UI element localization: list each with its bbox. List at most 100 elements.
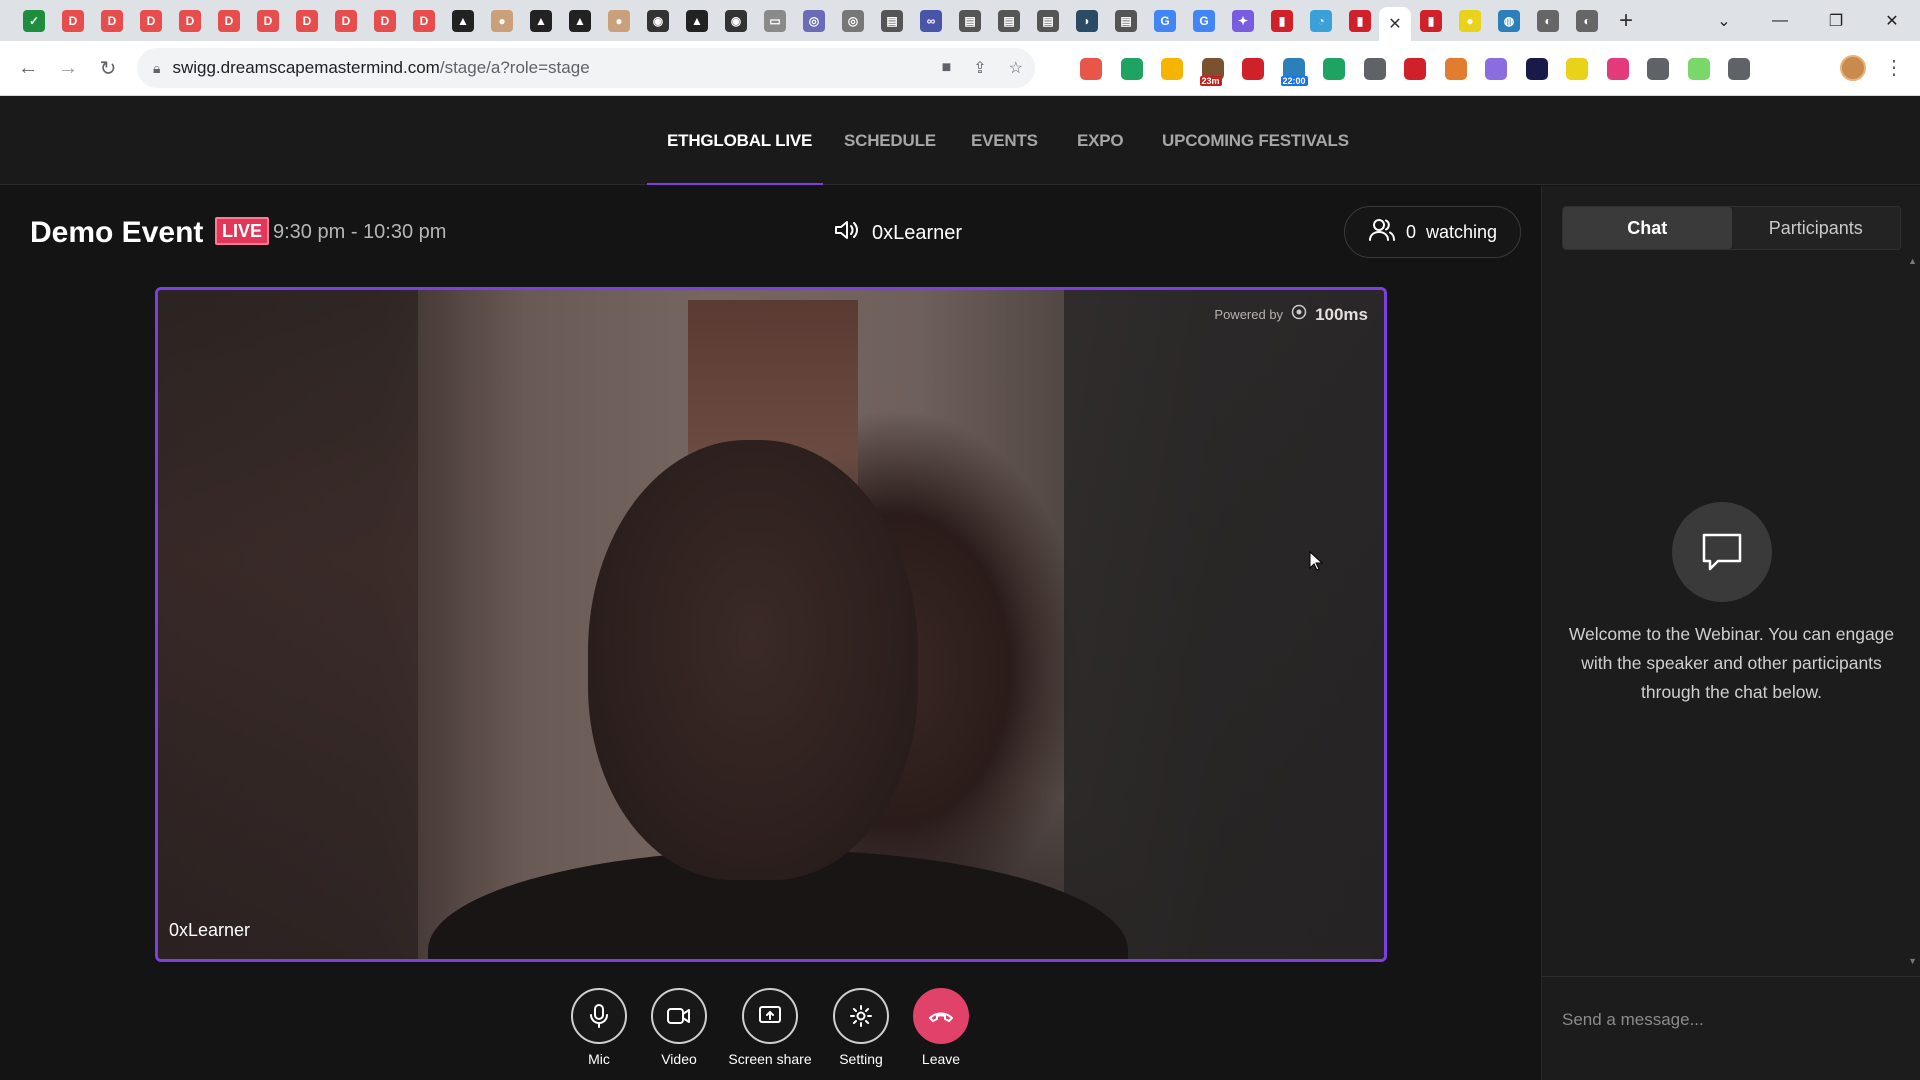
- tab-favicon-icon[interactable]: ▲: [569, 9, 591, 32]
- tab-favicon-icon[interactable]: ▮: [1349, 9, 1371, 32]
- tab-favicon-icon[interactable]: ◐: [1576, 9, 1598, 32]
- tab-favicon-icon[interactable]: ▤: [998, 9, 1020, 32]
- new-tab-button[interactable]: +: [1612, 7, 1640, 35]
- extension-icon[interactable]: [1404, 57, 1426, 80]
- mic-icon[interactable]: [571, 988, 627, 1044]
- tab-close-icon[interactable]: ✕: [1388, 14, 1401, 34]
- tab-favicon-icon[interactable]: ▮: [1420, 9, 1442, 32]
- tab-favicon-icon[interactable]: D: [374, 9, 396, 32]
- tab-favicon-icon[interactable]: ▮: [1271, 9, 1293, 32]
- screen-share-label: Screen share: [728, 1051, 812, 1067]
- bookmark-star-icon[interactable]: ☆: [1009, 58, 1023, 78]
- tab-favicon-icon[interactable]: ∞: [920, 9, 942, 32]
- reload-icon[interactable]: ↻: [88, 56, 128, 81]
- tab-search-icon[interactable]: ⌄: [1696, 11, 1752, 31]
- extension-icon[interactable]: [1485, 57, 1507, 80]
- tab-favicon-icon[interactable]: ◎: [803, 9, 825, 32]
- extension-icon[interactable]: [1444, 57, 1467, 80]
- tab-favicon-icon[interactable]: D: [101, 9, 123, 32]
- screen-share-button[interactable]: Screen share: [720, 988, 820, 1067]
- extension-badge: 23m: [1199, 75, 1222, 86]
- tab-favicon-icon[interactable]: D: [218, 9, 240, 32]
- scroll-up-arrow-icon[interactable]: ▲: [1908, 256, 1917, 266]
- forward-icon[interactable]: →: [48, 57, 88, 80]
- tab-favicon-icon[interactable]: ◍: [1498, 9, 1520, 32]
- tab-favicon-icon[interactable]: ◉: [725, 9, 747, 32]
- share-icon[interactable]: ⇪: [973, 58, 986, 78]
- tab-favicon-icon[interactable]: ◔: [1310, 9, 1332, 32]
- extension-icon[interactable]: [1323, 57, 1345, 80]
- active-tab[interactable]: ✕: [1379, 7, 1411, 41]
- tab-favicon-icon[interactable]: ▤: [1037, 9, 1059, 32]
- tab-chat[interactable]: Chat: [1563, 207, 1732, 249]
- browser-menu-icon[interactable]: ⋮: [1884, 55, 1904, 80]
- lock-icon[interactable]: 🔒︎: [153, 60, 160, 77]
- tab-favicon-icon[interactable]: ▲: [686, 9, 708, 32]
- nav-events[interactable]: EVENTS: [971, 96, 1038, 185]
- extension-icon[interactable]: 23m: [1199, 57, 1224, 86]
- extension-icon[interactable]: [1120, 57, 1143, 80]
- tab-favicon-icon[interactable]: ◗: [1076, 9, 1098, 32]
- tab-favicon-icon[interactable]: G: [1154, 9, 1176, 32]
- tab-favicon-icon[interactable]: ▭: [764, 9, 786, 32]
- chat-scrollbar[interactable]: [1904, 250, 1920, 966]
- powered-by-badge: Powered by 100ms: [1214, 304, 1368, 325]
- nav-expo[interactable]: EXPO: [1077, 96, 1124, 185]
- extension-icon[interactable]: [1363, 57, 1386, 80]
- tab-favicon-icon[interactable]: D: [413, 9, 435, 32]
- nav-upcoming-festivals[interactable]: UPCOMING FESTIVALS: [1162, 96, 1349, 185]
- gear-icon[interactable]: [833, 988, 889, 1044]
- tab-favicon-icon[interactable]: ▲: [530, 9, 552, 32]
- restore-icon[interactable]: ❐: [1808, 11, 1864, 31]
- extension-icon[interactable]: [1647, 57, 1669, 80]
- tab-favicon-icon[interactable]: D: [296, 9, 318, 32]
- extension-icon[interactable]: [1687, 57, 1710, 80]
- close-window-icon[interactable]: ✕: [1864, 11, 1920, 31]
- tab-favicon-icon[interactable]: D: [335, 9, 357, 32]
- tab-favicon-icon[interactable]: ◉: [647, 9, 669, 32]
- watching-count-button[interactable]: 0 watching: [1344, 206, 1521, 258]
- tab-favicon-icon[interactable]: ◐: [1537, 9, 1559, 32]
- scroll-down-arrow-icon[interactable]: ▼: [1908, 956, 1917, 966]
- camera-in-use-icon[interactable]: ■: [942, 59, 952, 77]
- minimize-icon[interactable]: —: [1752, 12, 1808, 30]
- video-tile[interactable]: Powered by 100ms 0xLearner: [155, 287, 1387, 962]
- tab-favicon-icon[interactable]: D: [140, 9, 162, 32]
- tab-favicon-icon[interactable]: ▲: [452, 9, 474, 32]
- tab-favicon-icon[interactable]: ●: [608, 9, 630, 32]
- tab-favicon-icon[interactable]: ✓: [23, 9, 45, 32]
- tab-favicon-icon[interactable]: D: [257, 9, 279, 32]
- extension-icon[interactable]: 22:00: [1280, 57, 1308, 86]
- nav-schedule[interactable]: SCHEDULE: [844, 96, 936, 185]
- tab-favicon-icon[interactable]: ✦: [1232, 9, 1254, 32]
- extension-icon[interactable]: [1728, 57, 1750, 80]
- extension-icon[interactable]: [1566, 57, 1588, 80]
- tab-favicon-icon[interactable]: ▤: [959, 9, 981, 32]
- tab-participants[interactable]: Participants: [1732, 207, 1901, 249]
- video-camera-icon[interactable]: [651, 988, 707, 1044]
- extension-icon[interactable]: [1525, 57, 1548, 80]
- extension-icon[interactable]: [1161, 57, 1183, 80]
- video-person-head: [588, 440, 918, 880]
- extension-icon[interactable]: [1080, 57, 1102, 80]
- leave-button[interactable]: Leave: [891, 988, 991, 1067]
- tab-favicon-icon[interactable]: D: [62, 9, 84, 32]
- tab-favicon-icon[interactable]: ●: [491, 9, 513, 32]
- back-icon[interactable]: ←: [8, 57, 48, 80]
- nav-ethglobal-live[interactable]: ETHGLOBAL LIVE: [667, 96, 812, 185]
- tab-favicon-icon[interactable]: ◎: [842, 9, 864, 32]
- extension-icon[interactable]: [1606, 57, 1629, 80]
- tab-favicon-icon[interactable]: G: [1193, 9, 1215, 32]
- phone-hangup-icon[interactable]: [913, 988, 969, 1044]
- tab-favicon-icon[interactable]: ▤: [1115, 9, 1137, 32]
- profile-avatar[interactable]: [1840, 55, 1866, 81]
- address-bar[interactable]: 🔒︎ swigg.dreamscapemastermind.com/stage/…: [137, 48, 1035, 88]
- tab-favicon-icon[interactable]: D: [179, 9, 201, 32]
- message-input[interactable]: [1562, 1005, 1902, 1035]
- video-button[interactable]: Video: [629, 988, 729, 1067]
- tab-favicon-icon[interactable]: ▤: [881, 9, 903, 32]
- extension-icon[interactable]: [1242, 57, 1264, 80]
- screen-share-icon[interactable]: [742, 988, 798, 1044]
- live-badge: LIVE: [215, 217, 270, 245]
- tab-favicon-icon[interactable]: ●: [1459, 9, 1481, 32]
